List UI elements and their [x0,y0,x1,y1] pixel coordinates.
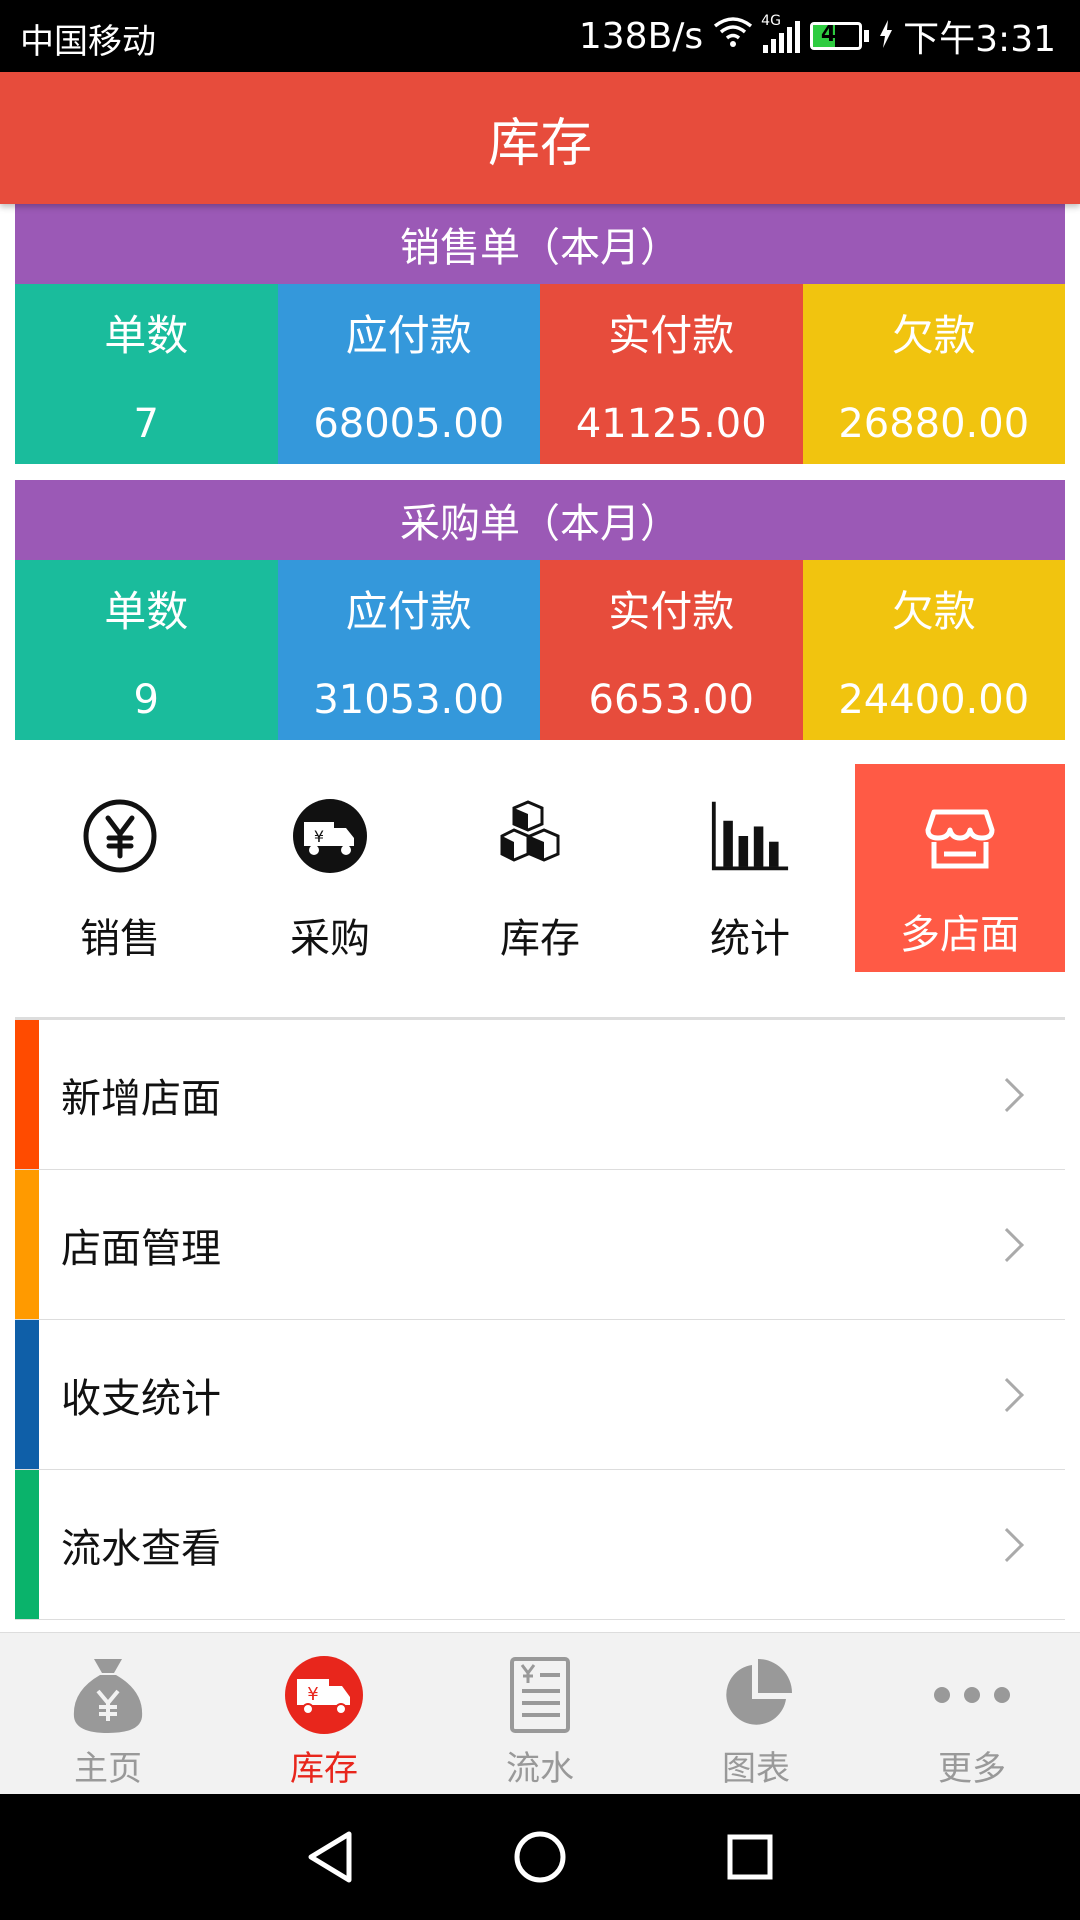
sales-debt-value: 26880.00 [838,401,1030,447]
recents-icon[interactable] [720,1827,780,1887]
purchase-debt-value: 24400.00 [838,677,1030,723]
menu-item-label: 店面管理 [61,1225,221,1272]
sales-debt-cell: 欠款 26880.00 [802,284,1065,464]
sales-count-cell: 单数 7 [15,284,278,464]
purchase-count-label: 单数 [104,587,189,636]
action-inventory[interactable]: 库存 [435,764,645,972]
purchase-paid-cell: 实付款 6653.00 [540,560,803,740]
back-icon[interactable] [300,1827,360,1887]
signal-icon: 4G [761,13,801,53]
delivery-truck-icon: ¥ [290,796,370,876]
purchase-payable-label: 应付款 [345,587,472,636]
carrier-name: 中国移动 [20,22,156,62]
menu-accent-bar [15,1170,39,1319]
app-header: 库存 [0,72,1080,204]
tab-more-label: 更多 [938,1749,1006,1789]
battery-icon: 47 [810,22,870,50]
menu-item-label: 新增店面 [61,1075,221,1122]
sales-count-value: 7 [133,401,159,447]
sales-summary-card[interactable]: 销售单（本月） 单数 7 应付款 68005.00 实付款 41125.00 欠… [15,204,1065,464]
purchase-payable-cell: 应付款 31053.00 [277,560,540,740]
purchase-paid-label: 实付款 [608,587,735,636]
action-sales[interactable]: 销售 [15,764,225,972]
tab-charts[interactable]: 图表 [648,1633,864,1794]
money-bag-icon [68,1655,148,1735]
sales-paid-cell: 实付款 41125.00 [540,284,803,464]
home-icon[interactable] [510,1827,570,1887]
battery-level: 47 [820,22,852,47]
store-icon [920,800,1000,880]
tab-transactions-label: 流水 [506,1749,574,1789]
sales-payable-value: 68005.00 [313,401,505,447]
menu-accent-bar [15,1320,39,1469]
tab-inventory-label: 库存 [290,1749,358,1789]
purchase-count-cell: 单数 9 [15,560,278,740]
menu-item-label: 流水查看 [61,1525,221,1572]
purchase-paid-value: 6653.00 [588,677,754,723]
purchase-debt-cell: 欠款 24400.00 [802,560,1065,740]
action-multi-store-label: 多店面 [900,912,1020,958]
svg-text:¥: ¥ [314,827,324,846]
chevron-right-icon [990,1077,1024,1112]
sales-summary-title: 销售单（本月） [15,204,1065,284]
tab-charts-label: 图表 [722,1749,790,1789]
action-statistics[interactable]: 统计 [645,764,855,972]
sales-count-label: 单数 [104,311,189,360]
boxes-icon [500,796,580,876]
menu-item-label: 收支统计 [61,1375,221,1422]
system-nav-bar [0,1794,1080,1920]
purchase-summary-card[interactable]: 采购单（本月） 单数 9 应付款 31053.00 实付款 6653.00 欠款… [15,480,1065,740]
receipt-icon [500,1655,580,1735]
tab-inventory[interactable]: ¥ 库存 [216,1633,432,1794]
purchase-debt-label: 欠款 [891,587,976,636]
purchase-count-value: 9 [133,677,159,723]
chevron-right-icon [990,1527,1024,1562]
sales-paid-label: 实付款 [608,311,735,360]
action-inventory-label: 库存 [500,916,580,962]
menu-accent-bar [15,1470,39,1619]
action-multi-store[interactable]: 多店面 [855,764,1065,972]
yen-circle-icon [80,796,160,876]
network-type: 4G [761,13,781,29]
chevron-right-icon [990,1227,1024,1262]
tab-home[interactable]: 主页 [0,1633,216,1794]
menu-item-add-store[interactable]: 新增店面 [15,1020,1065,1170]
action-sales-label: 销售 [80,916,160,962]
sales-payable-label: 应付款 [345,311,472,360]
quick-actions: 销售 ¥ 采购 库存 统计 多店面 [15,764,1065,972]
network-speed: 138B/s [578,15,704,57]
action-statistics-label: 统计 [710,916,790,962]
tab-home-label: 主页 [74,1749,142,1789]
tab-transactions[interactable]: 流水 [432,1633,648,1794]
tab-more[interactable]: 更多 [864,1633,1080,1794]
purchase-payable-value: 31053.00 [313,677,505,723]
menu-accent-bar [15,1020,39,1169]
menu-item-income-expense[interactable]: 收支统计 [15,1320,1065,1470]
svg-text:¥: ¥ [307,1684,318,1705]
store-menu: 新增店面 店面管理 收支统计 流水查看 [15,1017,1065,1620]
sales-paid-value: 41125.00 [575,401,767,447]
delivery-truck-icon: ¥ [284,1655,364,1735]
purchase-summary-title: 采购单（本月） [15,480,1065,560]
bottom-tab-bar: 主页 ¥ 库存 流水 图表 更多 [0,1632,1080,1794]
action-purchase[interactable]: ¥ 采购 [225,764,435,972]
menu-item-transactions[interactable]: 流水查看 [15,1470,1065,1620]
bar-chart-icon [710,796,790,876]
wifi-icon [713,16,753,57]
chevron-right-icon [990,1377,1024,1412]
charging-icon [879,16,893,57]
action-purchase-label: 采购 [290,916,370,962]
page-title: 库存 [487,113,592,174]
menu-item-store-management[interactable]: 店面管理 [15,1170,1065,1320]
sales-payable-cell: 应付款 68005.00 [277,284,540,464]
more-dots-icon [932,1655,1012,1735]
clock: 下午3:31 [903,19,1056,60]
sales-debt-label: 欠款 [891,311,976,360]
pie-chart-icon [716,1655,796,1735]
status-bar: 中国移动 138B/s 4G 47 下午3:31 [0,0,1080,72]
